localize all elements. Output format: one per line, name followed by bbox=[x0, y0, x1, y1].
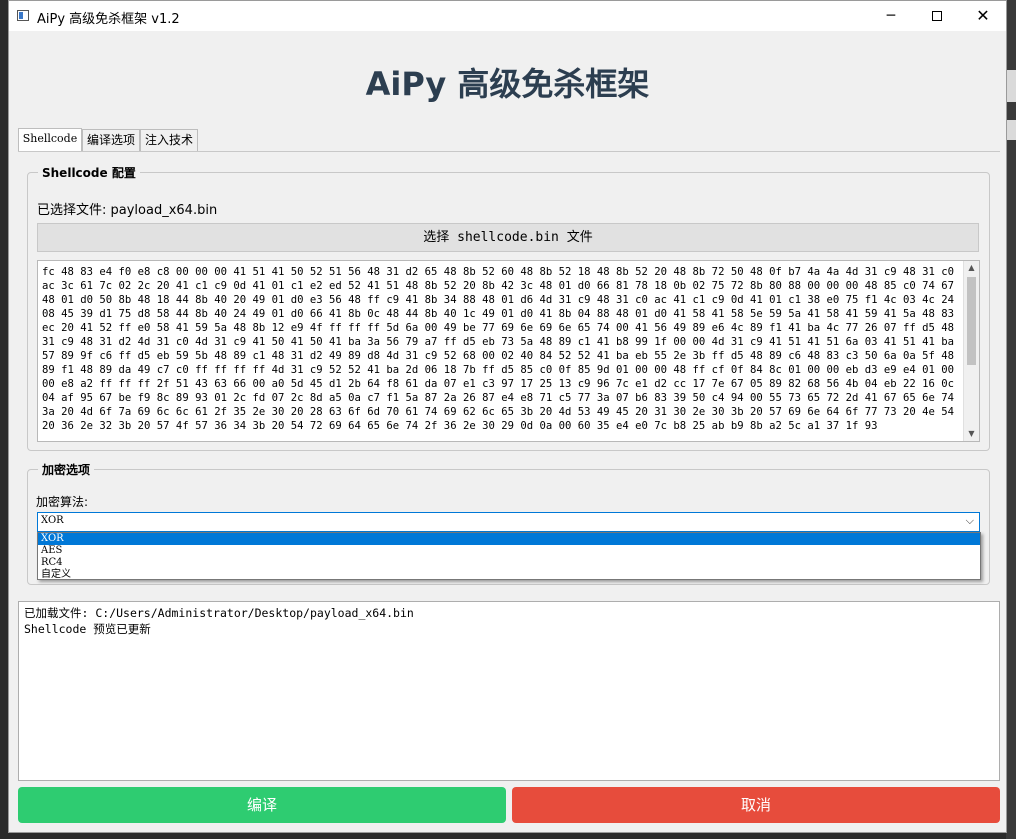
scroll-down-icon[interactable]: ▼ bbox=[964, 427, 979, 441]
chevron-down-icon[interactable]: ⌵ bbox=[966, 514, 974, 528]
log-line: 已加载文件: C:/Users/Administrator/Desktop/pa… bbox=[24, 606, 414, 620]
title-bar[interactable]: AiPy 高级免杀框架 v1.2 ─ ✕ bbox=[9, 1, 1006, 31]
desktop-window-edge bbox=[1006, 70, 1016, 102]
log-output[interactable]: 已加载文件: C:/Users/Administrator/Desktop/pa… bbox=[18, 601, 1000, 781]
desktop-background bbox=[1006, 0, 1016, 839]
log-line: Shellcode 预览已更新 bbox=[24, 622, 151, 636]
app-icon bbox=[17, 10, 29, 21]
scrollbar-thumb[interactable] bbox=[967, 277, 976, 365]
preview-scrollbar[interactable]: ▲ ▼ bbox=[963, 261, 979, 441]
window-title: AiPy 高级免杀框架 v1.2 bbox=[37, 12, 180, 27]
selected-algorithm: XOR bbox=[41, 515, 64, 526]
select-shellcode-button[interactable]: 选择 shellcode.bin 文件 bbox=[37, 223, 979, 252]
page-title: AiPy 高级免杀框架 bbox=[365, 65, 650, 103]
selected-file-label: 已选择文件: payload_x64.bin bbox=[37, 203, 218, 218]
shellcode-preview[interactable]: fc 48 83 e4 f0 e8 c8 00 00 00 41 51 41 5… bbox=[37, 260, 980, 442]
cancel-button[interactable]: 取消 bbox=[512, 787, 1000, 823]
tab-injection[interactable]: 注入技术 bbox=[140, 129, 198, 151]
encryption-algorithm-label: 加密算法: bbox=[36, 495, 89, 509]
algorithm-option-xor[interactable]: XOR bbox=[38, 533, 980, 545]
compile-button[interactable]: 编译 bbox=[18, 787, 506, 823]
algorithm-option-rc4[interactable]: RC4 bbox=[38, 557, 980, 569]
desktop-window-edge bbox=[1006, 120, 1016, 140]
algorithm-dropdown-list: XOR AES RC4 自定义 bbox=[37, 532, 981, 580]
maximize-button[interactable] bbox=[914, 1, 960, 31]
algorithm-option-aes[interactable]: AES bbox=[38, 545, 980, 557]
scroll-up-icon[interactable]: ▲ bbox=[964, 261, 979, 275]
encryption-group-title: 加密选项 bbox=[38, 461, 95, 478]
tab-divider bbox=[18, 151, 1000, 152]
maximize-icon bbox=[932, 11, 942, 21]
tab-compile-options[interactable]: 编译选项 bbox=[82, 129, 140, 151]
encryption-algorithm-select[interactable]: XOR ⌵ bbox=[37, 512, 980, 532]
close-button[interactable]: ✕ bbox=[960, 1, 1006, 31]
minimize-button[interactable]: ─ bbox=[868, 1, 914, 31]
tab-shellcode[interactable]: Shellcode bbox=[18, 128, 82, 152]
shellcode-group-title: Shellcode 配置 bbox=[38, 164, 140, 181]
algorithm-option-custom[interactable]: 自定义 bbox=[38, 569, 980, 581]
app-window: AiPy 高级免杀框架 v1.2 ─ ✕ AiPy 高级免杀框架 Shellco… bbox=[8, 0, 1007, 833]
shellcode-hex-text: fc 48 83 e4 f0 e8 c8 00 00 00 41 51 41 5… bbox=[42, 266, 961, 432]
